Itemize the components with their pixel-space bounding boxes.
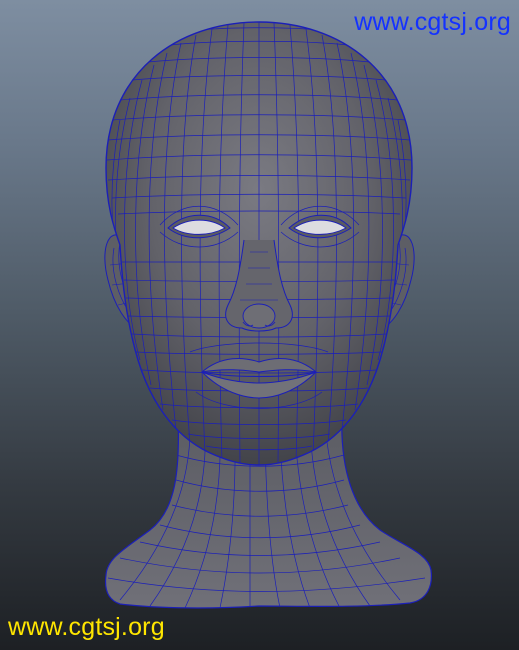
head-mesh bbox=[105, 21, 413, 466]
watermark-top-right: www.cgtsj.org bbox=[354, 8, 511, 36]
head-wireframe-model[interactable] bbox=[0, 0, 519, 650]
3d-viewport[interactable]: www.cgtsj.org www.cgtsj.org bbox=[0, 0, 519, 650]
watermark-bottom-left: www.cgtsj.org bbox=[8, 613, 165, 641]
